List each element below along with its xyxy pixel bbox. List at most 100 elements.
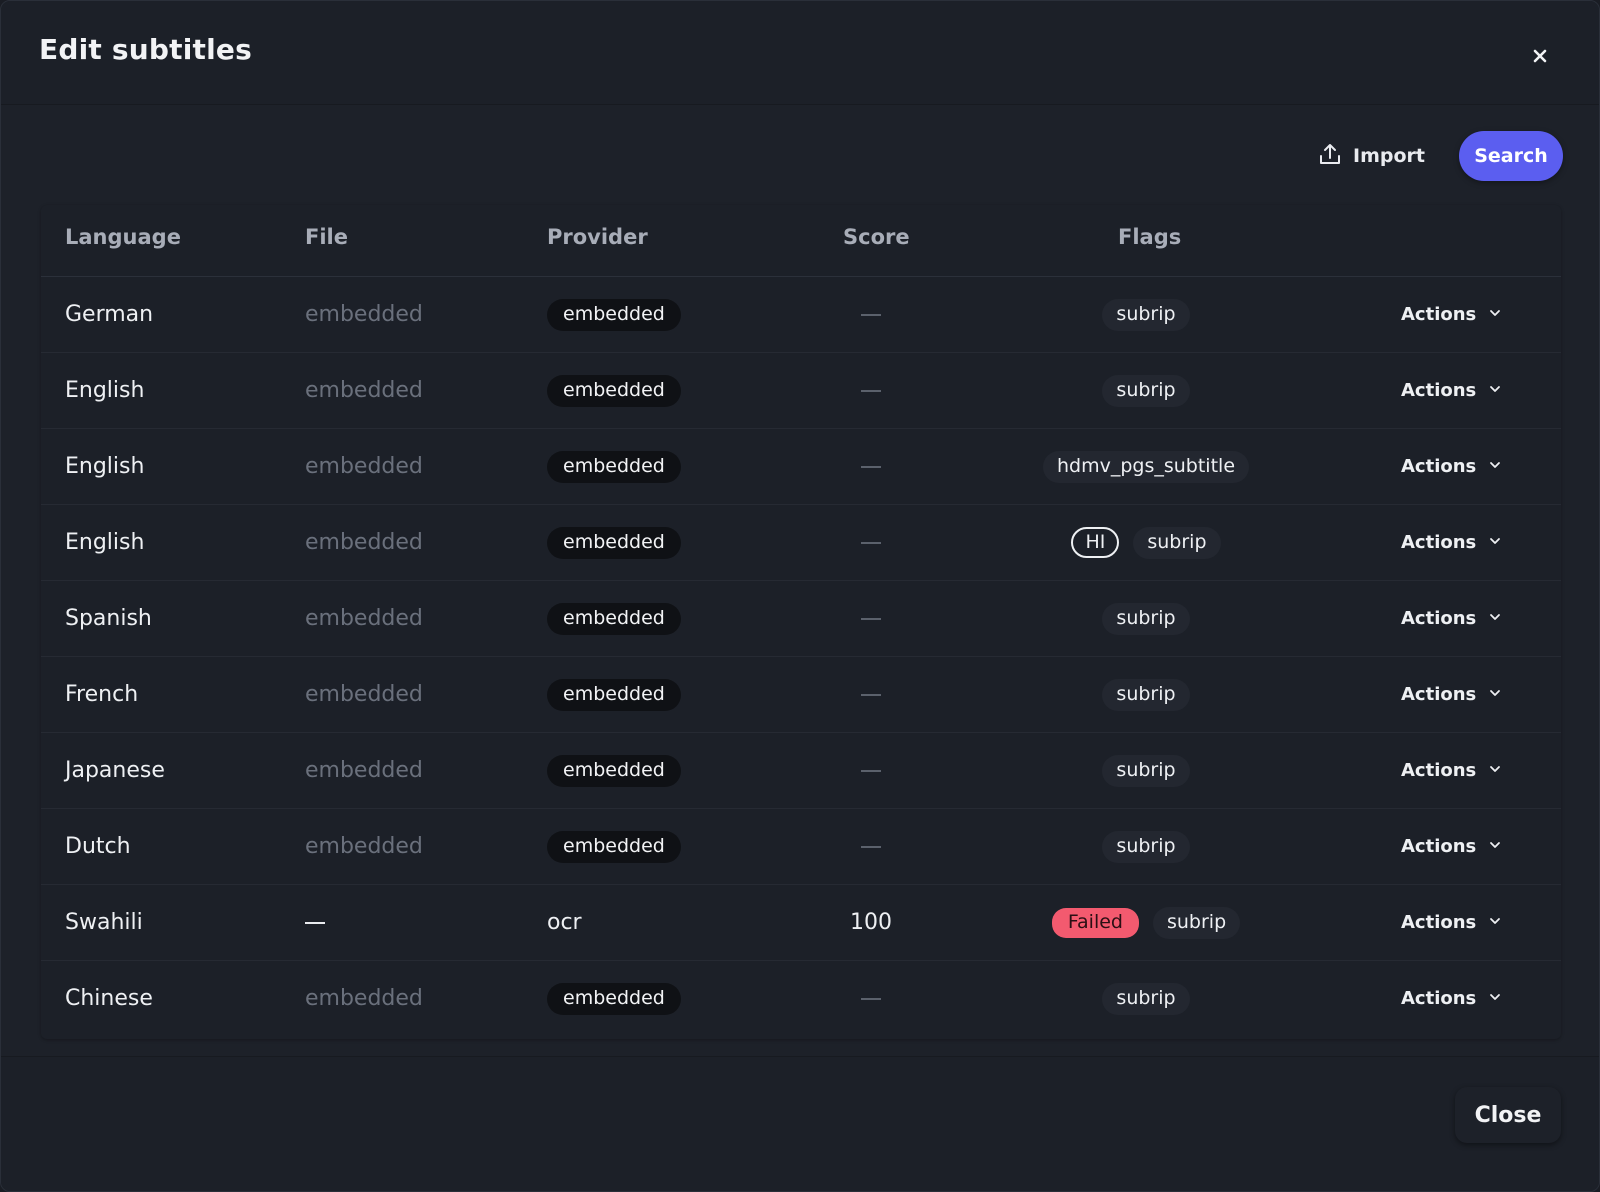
search-button[interactable]: Search xyxy=(1459,131,1563,181)
empty-dash xyxy=(861,845,881,848)
actions-dropdown[interactable]: Actions xyxy=(1401,581,1502,656)
actions-label: Actions xyxy=(1401,532,1477,553)
actions-label: Actions xyxy=(1401,988,1477,1009)
language-cell: Chinese xyxy=(65,986,153,1011)
actions-dropdown[interactable]: Actions xyxy=(1401,809,1502,884)
provider-cell: embedded xyxy=(547,657,681,732)
chevron-down-icon xyxy=(1488,304,1502,325)
empty-dash xyxy=(861,313,881,316)
provider-badge: embedded xyxy=(547,602,681,635)
actions-dropdown[interactable]: Actions xyxy=(1401,885,1502,960)
empty-dash xyxy=(861,693,881,696)
language-cell: Dutch xyxy=(65,834,131,859)
column-header-flags[interactable]: Flags xyxy=(1118,225,1181,249)
format-badge: subrip xyxy=(1102,982,1190,1015)
file-cell: — xyxy=(305,885,325,960)
actions-label: Actions xyxy=(1401,760,1477,781)
provider-cell: embedded xyxy=(547,809,681,884)
table-body: German embedded embedded — subrip Actions En… xyxy=(41,277,1561,1036)
provider-badge: embedded xyxy=(547,830,681,863)
column-header-language[interactable]: Language xyxy=(65,225,181,249)
table-row: English embedded embedded — subrip Actions xyxy=(41,353,1561,429)
actions-dropdown[interactable]: Actions xyxy=(1401,277,1502,352)
provider-badge: embedded xyxy=(547,526,681,559)
empty-dash xyxy=(861,997,881,1000)
file-cell: embedded xyxy=(305,682,423,707)
language-cell: English xyxy=(65,378,145,403)
empty-dash xyxy=(861,617,881,620)
provider-badge: embedded xyxy=(547,754,681,787)
provider-cell: embedded xyxy=(547,353,681,428)
toolbar: Import Search xyxy=(1313,131,1563,181)
chevron-down-icon xyxy=(1488,608,1502,629)
actions-dropdown[interactable]: Actions xyxy=(1401,505,1502,580)
file-cell: embedded xyxy=(305,378,423,403)
flags-cell: subrip xyxy=(1001,277,1291,352)
provider-cell: embedded xyxy=(547,429,681,504)
format-badge: subrip xyxy=(1102,830,1190,863)
provider-cell: embedded xyxy=(547,581,681,656)
language-cell: French xyxy=(65,682,139,707)
table-row: Chinese embedded embedded — subrip Actions xyxy=(41,961,1561,1036)
chevron-down-icon xyxy=(1488,988,1502,1009)
empty-dash xyxy=(305,921,325,924)
empty-dash xyxy=(861,389,881,392)
flags-cell: hdmv_pgs_subtitle xyxy=(1001,429,1291,504)
actions-label: Actions xyxy=(1401,912,1477,933)
format-badge: subrip xyxy=(1102,602,1190,635)
empty-dash xyxy=(861,769,881,772)
language-cell: English xyxy=(65,530,145,555)
table-row: German embedded embedded — subrip Actions xyxy=(41,277,1561,353)
actions-dropdown[interactable]: Actions xyxy=(1401,733,1502,808)
failed-badge: Failed xyxy=(1051,907,1139,938)
column-header-file[interactable]: File xyxy=(305,225,348,249)
chevron-down-icon xyxy=(1488,456,1502,477)
column-header-score[interactable]: Score xyxy=(843,225,910,249)
close-icon[interactable] xyxy=(1525,41,1555,71)
file-cell: embedded xyxy=(305,986,423,1011)
file-cell: embedded xyxy=(305,530,423,555)
actions-label: Actions xyxy=(1401,684,1477,705)
format-badge: subrip xyxy=(1133,526,1221,559)
provider-badge: embedded xyxy=(547,374,681,407)
provider-cell: embedded xyxy=(547,277,681,352)
table-row: Japanese embedded embedded — subrip Actions xyxy=(41,733,1561,809)
actions-dropdown[interactable]: Actions xyxy=(1401,429,1502,504)
modal-footer: Close xyxy=(1,1056,1599,1191)
actions-dropdown[interactable]: Actions xyxy=(1401,353,1502,428)
actions-dropdown[interactable]: Actions xyxy=(1401,961,1502,1036)
empty-dash xyxy=(861,541,881,544)
file-cell: embedded xyxy=(305,302,423,327)
score-cell: — xyxy=(801,429,941,504)
score-cell: — xyxy=(801,505,941,580)
close-button[interactable]: Close xyxy=(1455,1087,1561,1143)
hi-badge: HI xyxy=(1071,527,1120,558)
import-button[interactable]: Import xyxy=(1313,133,1429,180)
score-cell: — xyxy=(801,657,941,732)
score-cell: — xyxy=(801,353,941,428)
flags-cell: subrip xyxy=(1001,353,1291,428)
language-cell: German xyxy=(65,302,154,327)
actions-label: Actions xyxy=(1401,304,1477,325)
upload-icon xyxy=(1317,141,1343,172)
modal-title: Edit subtitles xyxy=(39,33,252,66)
import-label: Import xyxy=(1353,145,1425,167)
table-row: English embedded embedded — hdmv_pgs_subtitl… xyxy=(41,429,1561,505)
chevron-down-icon xyxy=(1488,912,1502,933)
flags-cell: subrip xyxy=(1001,961,1291,1036)
provider-badge: embedded xyxy=(547,982,681,1015)
flags-cell: HI subrip xyxy=(1001,505,1291,580)
flags-cell: subrip xyxy=(1001,581,1291,656)
provider-cell: embedded xyxy=(547,961,681,1036)
column-header-provider[interactable]: Provider xyxy=(547,225,648,249)
provider-cell: embedded xyxy=(547,505,681,580)
chevron-down-icon xyxy=(1488,836,1502,857)
file-cell: embedded xyxy=(305,606,423,631)
score-cell: — xyxy=(801,961,941,1036)
actions-dropdown[interactable]: Actions xyxy=(1401,657,1502,732)
provider-cell: ocr xyxy=(547,910,582,935)
format-badge: subrip xyxy=(1102,754,1190,787)
actions-label: Actions xyxy=(1401,380,1477,401)
modal-header: Edit subtitles xyxy=(1,1,1599,105)
flags-cell: subrip xyxy=(1001,733,1291,808)
